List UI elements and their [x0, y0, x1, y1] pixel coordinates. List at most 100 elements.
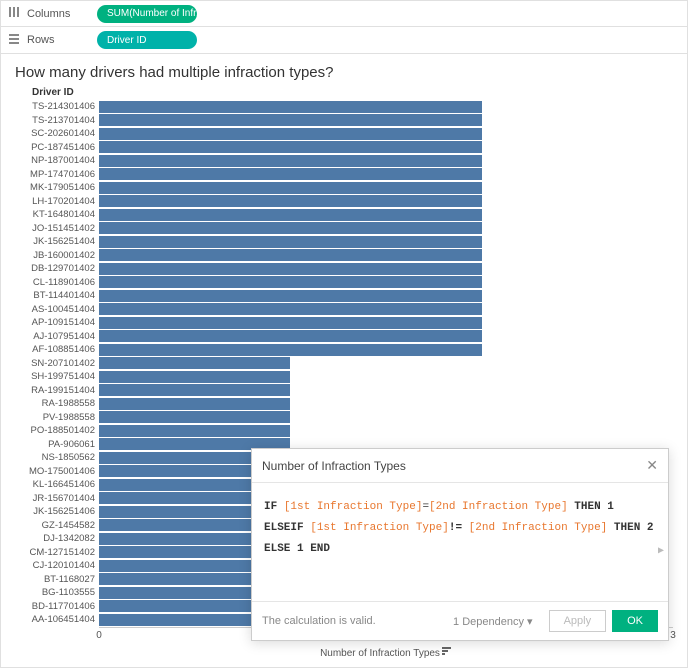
bar[interactable] — [99, 141, 482, 153]
bar[interactable] — [99, 263, 482, 275]
bar-cell — [99, 411, 673, 423]
bar[interactable] — [99, 330, 482, 342]
table-row: TS-213701404 — [15, 114, 673, 127]
apply-button[interactable]: Apply — [549, 610, 607, 632]
bar[interactable] — [99, 114, 482, 126]
visualization-area: How many drivers had multiple infraction… — [0, 54, 688, 668]
axis-tick: 3 — [670, 630, 676, 641]
chevron-right-icon[interactable]: ▶ — [658, 542, 664, 561]
row-label: RA-1988558 — [15, 398, 99, 409]
table-row: AF-108851406 — [15, 343, 673, 356]
bar[interactable] — [99, 249, 482, 261]
calc-status: The calculation is valid. — [262, 615, 453, 627]
bar-cell — [99, 222, 673, 234]
bar[interactable] — [99, 317, 482, 329]
bar[interactable] — [99, 425, 290, 437]
close-icon[interactable]: ✕ — [646, 457, 658, 474]
columns-label: Columns — [27, 8, 97, 20]
table-row: SN-207101402 — [15, 357, 673, 370]
bar-cell — [99, 168, 673, 180]
table-row: MK-179051406 — [15, 181, 673, 194]
table-row: PC-187451406 — [15, 141, 673, 154]
bar[interactable] — [99, 236, 482, 248]
row-label: AF-108851406 — [15, 344, 99, 355]
table-row: AS-100451404 — [15, 303, 673, 316]
row-label: AJ-107951404 — [15, 331, 99, 342]
table-row: PO-188501402 — [15, 424, 673, 437]
bar[interactable] — [99, 222, 482, 234]
rows-pill[interactable]: Driver ID — [97, 31, 197, 49]
bar-cell — [99, 209, 673, 221]
row-label: KT-164801404 — [15, 209, 99, 220]
table-row: DB-129701402 — [15, 262, 673, 275]
bar[interactable] — [99, 155, 482, 167]
row-label: BT-1168027 — [15, 574, 99, 585]
bar-cell — [99, 114, 673, 126]
bar[interactable] — [99, 371, 290, 383]
row-label: BD-117701406 — [15, 601, 99, 612]
row-label: JB-160001402 — [15, 250, 99, 261]
bar-cell — [99, 290, 673, 302]
row-label: JK-156251404 — [15, 236, 99, 247]
bar[interactable] — [99, 357, 290, 369]
bar[interactable] — [99, 128, 482, 140]
calc-formula[interactable]: IF [1st Infraction Type]=[2nd Infraction… — [252, 483, 668, 601]
row-label: SC-202601404 — [15, 128, 99, 139]
dependency-dropdown[interactable]: 1 Dependency ▾ — [453, 615, 533, 628]
table-row: BT-114401404 — [15, 289, 673, 302]
bar[interactable] — [99, 182, 482, 194]
row-label: BT-114401404 — [15, 290, 99, 301]
sort-icon[interactable] — [442, 647, 452, 659]
table-row: AP-109151404 — [15, 316, 673, 329]
columns-shelf[interactable]: Columns SUM(Number of Infr.. — [1, 1, 687, 27]
rows-shelf[interactable]: Rows Driver ID — [1, 27, 687, 53]
row-label: JR-156701404 — [15, 493, 99, 504]
row-label: PV-1988558 — [15, 412, 99, 423]
bar-cell — [99, 101, 673, 113]
bar[interactable] — [99, 411, 290, 423]
table-row: JB-160001402 — [15, 249, 673, 262]
row-label: MO-175001406 — [15, 466, 99, 477]
bar[interactable] — [99, 168, 482, 180]
row-label: CL-118901406 — [15, 277, 99, 288]
row-label: PA-906061 — [15, 439, 99, 450]
row-label: DJ-1342082 — [15, 533, 99, 544]
table-row: PV-1988558 — [15, 411, 673, 424]
bar[interactable] — [99, 290, 482, 302]
table-row: JO-151451402 — [15, 222, 673, 235]
bar[interactable] — [99, 344, 482, 356]
bar-cell — [99, 303, 673, 315]
page-title: How many drivers had multiple infraction… — [15, 64, 673, 81]
row-label: TS-213701404 — [15, 115, 99, 126]
table-row: MP-174701406 — [15, 168, 673, 181]
bar[interactable] — [99, 398, 290, 410]
bar[interactable] — [99, 195, 482, 207]
bar-cell — [99, 371, 673, 383]
bar[interactable] — [99, 303, 482, 315]
row-label: SN-207101402 — [15, 358, 99, 369]
columns-pill[interactable]: SUM(Number of Infr.. — [97, 5, 197, 23]
calculation-editor[interactable]: Number of Infraction Types ✕ IF [1st Inf… — [251, 448, 669, 641]
row-label: AP-109151404 — [15, 317, 99, 328]
row-label: LH-170201404 — [15, 196, 99, 207]
row-header-label: Driver ID — [32, 87, 673, 98]
ok-button[interactable]: OK — [612, 610, 658, 632]
table-row: SH-199751404 — [15, 370, 673, 383]
bar[interactable] — [99, 209, 482, 221]
bar-cell — [99, 357, 673, 369]
row-label: TS-214301406 — [15, 101, 99, 112]
bar[interactable] — [99, 384, 290, 396]
bar-cell — [99, 425, 673, 437]
row-label: GZ-1454582 — [15, 520, 99, 531]
row-label: AA-106451404 — [15, 614, 99, 625]
bar-cell — [99, 317, 673, 329]
bar-cell — [99, 330, 673, 342]
row-label: PO-188501402 — [15, 425, 99, 436]
table-row: SC-202601404 — [15, 127, 673, 140]
rows-label: Rows — [27, 34, 97, 46]
row-label: JK-156251406 — [15, 506, 99, 517]
row-label: AS-100451404 — [15, 304, 99, 315]
table-row: RA-199151404 — [15, 384, 673, 397]
bar[interactable] — [99, 276, 482, 288]
bar[interactable] — [99, 101, 482, 113]
